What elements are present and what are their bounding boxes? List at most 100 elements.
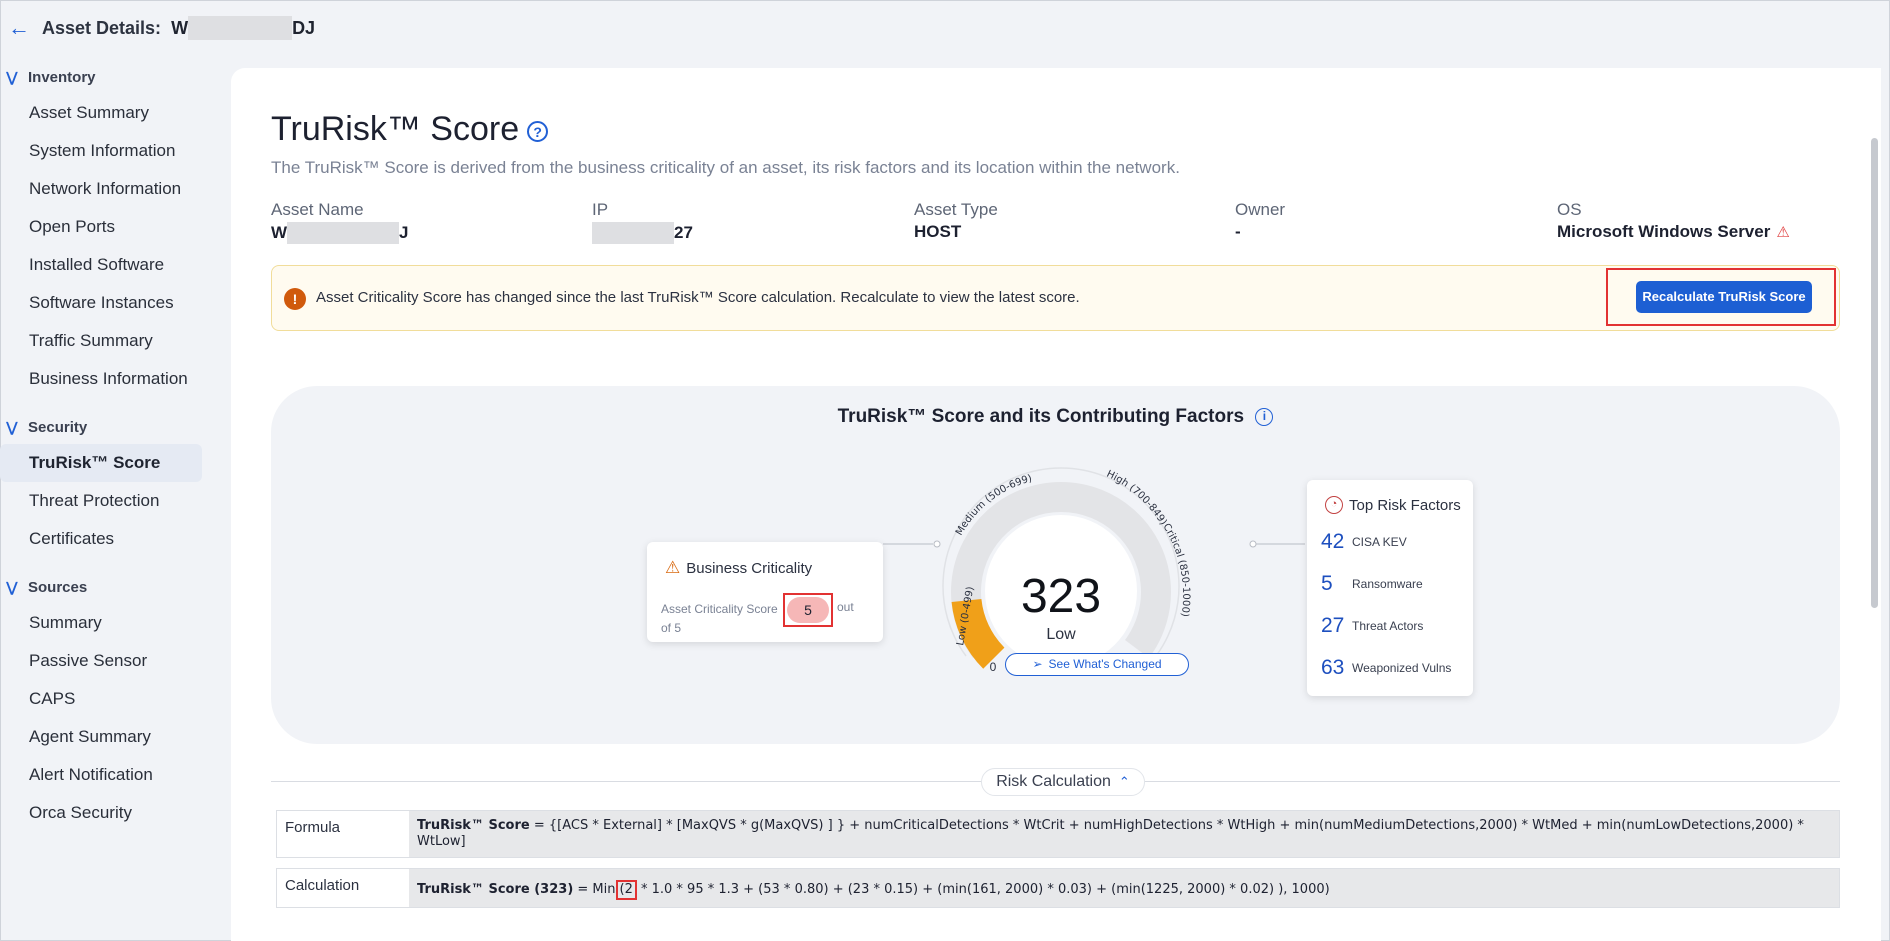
meta-os: OS Microsoft Windows Server ⚠ [1557, 200, 1790, 242]
asset-name-prefix: W [271, 223, 288, 242]
calculation-value: TruRisk™ Score (323) = Min (2 * 1.0 * 95 … [409, 869, 1839, 907]
risk-factor-row[interactable]: 27 Threat Actors [1321, 614, 1423, 638]
meta-ip: IP 27 [592, 200, 693, 244]
sidebar-item-network-information[interactable]: Network Information [0, 170, 206, 208]
redacted-block [592, 222, 674, 244]
warning-triangle-icon: ⚠ [665, 558, 681, 577]
sidebar-item-summary[interactable]: Summary [0, 604, 206, 642]
meta-value: W J [271, 222, 409, 244]
sidebar-item-trurisk-score[interactable]: TruRisk™ Score [0, 444, 202, 482]
alert-message: Asset Criticality Score has changed sinc… [316, 289, 1080, 306]
meta-asset-type: Asset Type HOST [914, 200, 998, 242]
ip-suffix: 27 [674, 223, 693, 242]
risk-factor-count: 63 [1321, 656, 1345, 679]
calculation-label: Calculation [285, 877, 360, 894]
calculation-prefix: = Min [573, 882, 616, 897]
risk-factor-label: Ransomware [1352, 577, 1423, 591]
section-label: Sources [28, 578, 88, 596]
meta-value: HOST [914, 222, 962, 241]
meta-label: Asset Type [914, 200, 998, 219]
risk-factor-row[interactable]: 42 CISA KEV [1321, 530, 1407, 554]
score-card-title: TruRisk™ Score and its Contributing Fact… [271, 406, 1840, 428]
risk-factor-count: 5 [1321, 572, 1333, 595]
sidebar-item-asset-summary[interactable]: Asset Summary [0, 94, 206, 132]
formula-value: TruRisk™ Score = {[ACS * External] * [Ma… [409, 811, 1839, 857]
risk-factor-row[interactable]: 5 Ransomware [1321, 572, 1423, 596]
asset-name-suffix: J [399, 223, 409, 242]
business-criticality-card: ⚠ Business Criticality Asset Criticality… [647, 542, 883, 642]
see-whats-changed-button[interactable]: ➢ See What's Changed [1005, 653, 1189, 676]
top-bar: ← Asset Details: W DJ [0, 0, 1890, 56]
chevron-down-icon: ⋁ [6, 418, 18, 435]
info-icon[interactable]: i [1255, 407, 1274, 426]
redacted-block [287, 222, 400, 244]
section-label: Inventory [28, 68, 96, 86]
alert-exclamation-icon: ! [284, 288, 306, 310]
page-subtitle: The TruRisk™ Score is derived from the b… [271, 158, 1180, 177]
page-title-text: TruRisk™ Score [271, 110, 520, 148]
recalculate-trurisk-button[interactable]: Recalculate TruRisk Score [1636, 281, 1812, 313]
meta-value: - [1235, 222, 1241, 241]
sidebar-item-business-information[interactable]: Business Information [0, 360, 206, 398]
risk-calculation-toggle[interactable]: Risk Calculation ⌃ [981, 768, 1145, 796]
sidebar-item-passive-sensor[interactable]: Passive Sensor [0, 642, 206, 680]
sidebar-item-software-instances[interactable]: Software Instances [0, 284, 206, 322]
risk-factor-row[interactable]: 63 Weaponized Vulns [1321, 656, 1451, 680]
sidebar-item-certificates[interactable]: Certificates [0, 520, 206, 558]
business-criticality-title-text: Business Criticality [686, 559, 813, 577]
sidebar-item-traffic-summary[interactable]: Traffic Summary [0, 322, 206, 360]
section-label: Security [28, 418, 88, 436]
see-whats-changed-label: See What's Changed [1048, 657, 1162, 671]
meta-label: IP [592, 200, 609, 219]
asset-criticality-out: out [837, 600, 854, 614]
cursor-click-icon: ➢ [1032, 657, 1043, 671]
asset-criticality-prefix: Asset Criticality Score [661, 602, 778, 616]
asset-name-suffix: DJ [292, 17, 316, 38]
main-panel: TruRisk™ Score ? The TruRisk™ Score is d… [231, 68, 1881, 941]
chevron-down-icon: ⋁ [6, 68, 18, 85]
risk-calculation-label: Risk Calculation [996, 773, 1111, 790]
meta-label: Owner [1235, 200, 1286, 219]
sidebar-item-system-information[interactable]: System Information [0, 132, 206, 170]
sidebar-item-installed-software[interactable]: Installed Software [0, 246, 206, 284]
calculation-bold: TruRisk™ Score (323) [417, 882, 574, 897]
back-arrow-icon[interactable]: ← [8, 15, 34, 41]
risk-factor-label: Threat Actors [1352, 619, 1424, 633]
risk-gauge-icon: ◔ [1325, 496, 1343, 514]
asset-criticality-value: 5 [787, 597, 829, 623]
gauge-min-label: 0 [990, 660, 997, 674]
score-card-title-text: TruRisk™ Score and its Contributing Fact… [837, 406, 1245, 427]
sidebar-section-sources[interactable]: ⋁ Sources [0, 570, 206, 604]
gauge-svg: Medium (500-699) High (700-849) Critical… [942, 467, 1191, 674]
formula-bold: TruRisk™ Score [417, 818, 530, 833]
sidebar-item-caps[interactable]: CAPS [0, 680, 206, 718]
top-risk-factors-card: ◔ Top Risk Factors 42 CISA KEV 5 Ransomw… [1307, 480, 1473, 696]
help-icon[interactable]: ? [527, 121, 549, 142]
warning-triangle-icon[interactable]: ⚠ [1776, 223, 1789, 241]
recalculate-alert: ! Asset Criticality Score has changed si… [271, 265, 1840, 331]
scrollbar[interactable] [1871, 138, 1878, 608]
meta-value: 27 [592, 222, 693, 244]
sidebar-item-open-ports[interactable]: Open Ports [0, 208, 206, 246]
asset-name-header: W DJ [171, 16, 315, 40]
sidebar: ⋁ Inventory Asset Summary System Informa… [0, 60, 206, 940]
calculation-row: Calculation TruRisk™ Score (323) = Min (2… [276, 868, 1840, 908]
sidebar-section-inventory[interactable]: ⋁ Inventory [0, 60, 206, 94]
meta-value: Microsoft Windows Server ⚠ [1557, 222, 1790, 242]
gauge-score-label: Low [1046, 626, 1076, 643]
calculation-highlight: (2 [615, 880, 637, 900]
risk-factor-label: CISA KEV [1352, 535, 1407, 549]
meta-owner: Owner - [1235, 200, 1285, 242]
page-title: TruRisk™ Score ? [271, 110, 549, 149]
top-risk-factors-title-text: Top Risk Factors [1349, 496, 1461, 514]
sidebar-item-threat-protection[interactable]: Threat Protection [0, 482, 206, 520]
business-criticality-title: ⚠ Business Criticality [665, 558, 812, 578]
meta-label: OS [1557, 200, 1582, 219]
meta-asset-name: Asset Name W J [271, 200, 409, 244]
sidebar-section-security[interactable]: ⋁ Security [0, 410, 206, 444]
sidebar-item-orca-security[interactable]: Orca Security [0, 794, 206, 832]
connector-right [1249, 540, 1305, 548]
sidebar-item-agent-summary[interactable]: Agent Summary [0, 718, 206, 756]
os-value: Microsoft Windows Server [1557, 222, 1771, 241]
sidebar-item-alert-notification[interactable]: Alert Notification [0, 756, 206, 794]
